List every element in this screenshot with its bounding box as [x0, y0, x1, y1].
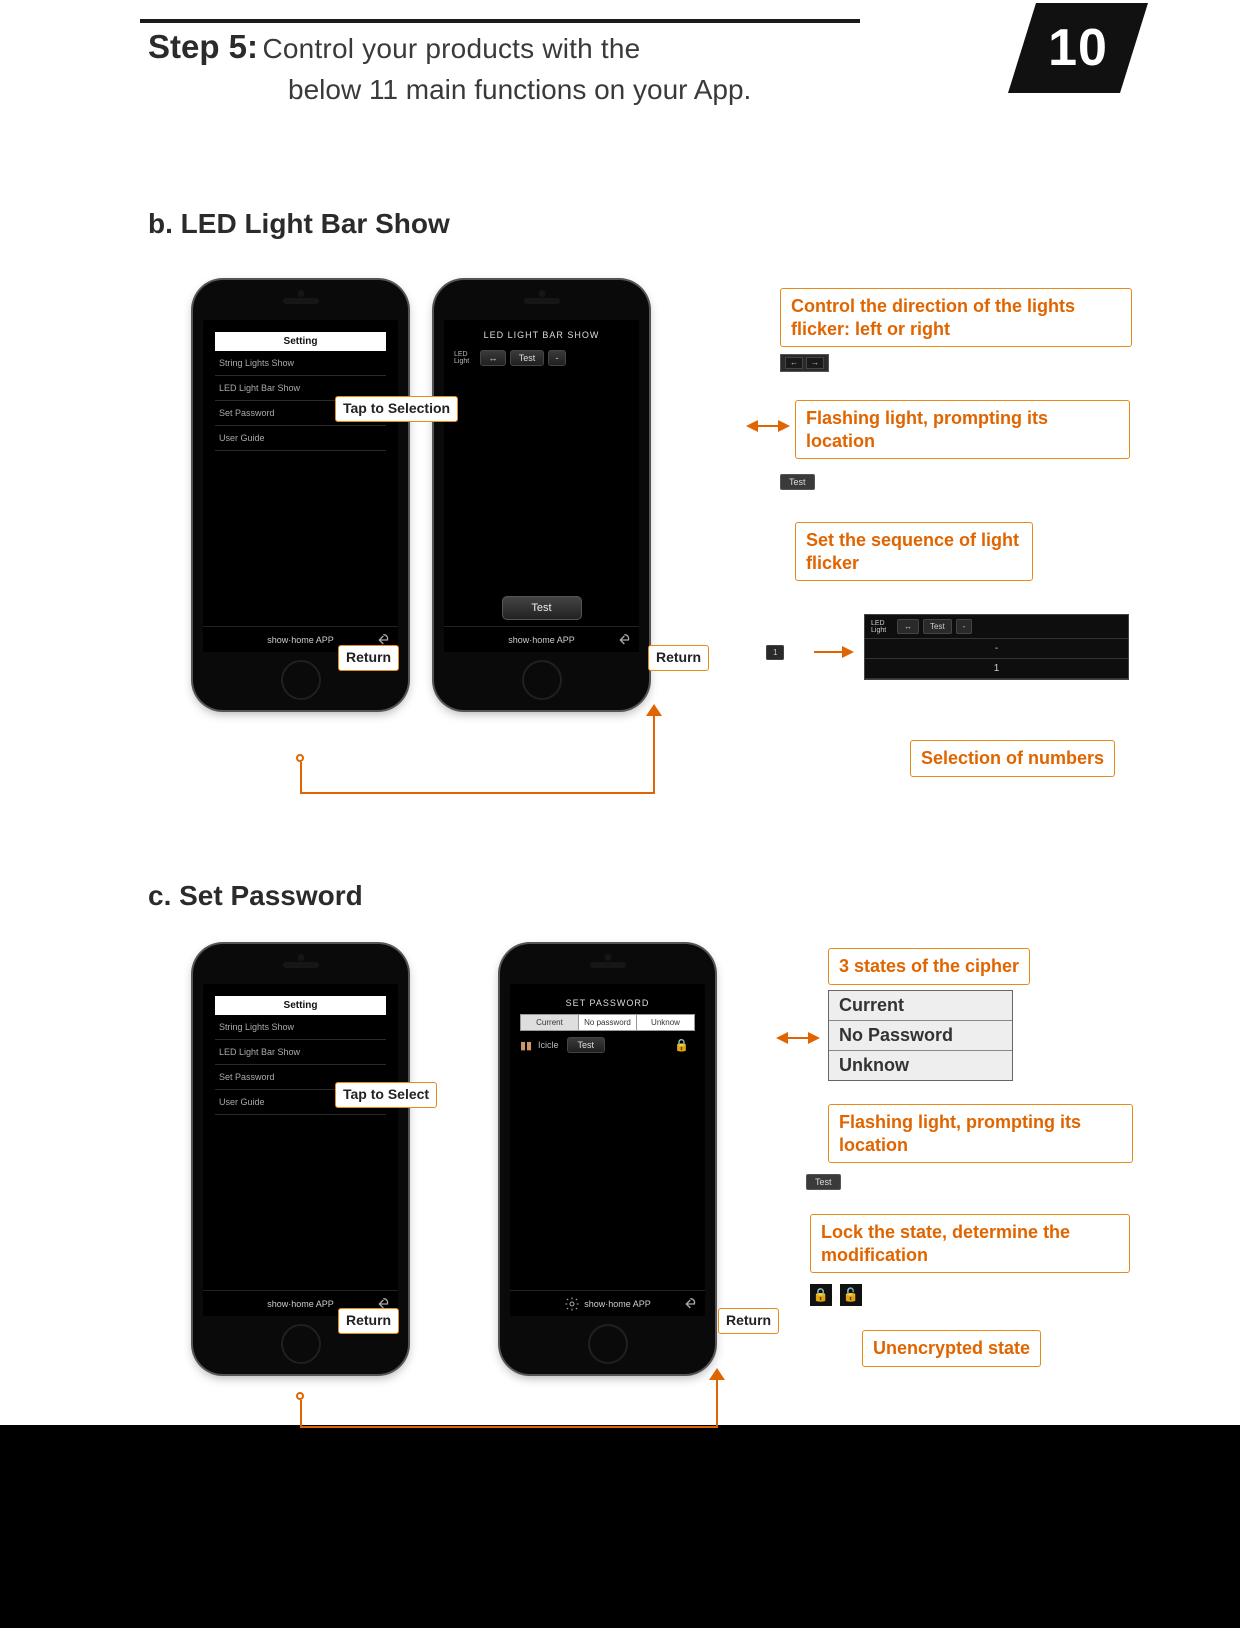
row-chip: 1	[766, 642, 784, 660]
seg-current[interactable]: Current	[521, 1015, 579, 1030]
callout-return-c2: Return	[718, 1308, 779, 1334]
state-current: Current	[829, 991, 1012, 1021]
double-arrow-icon	[776, 1030, 820, 1051]
direction-button[interactable]: ↔	[480, 350, 506, 366]
test-button-small[interactable]: Test	[510, 350, 544, 366]
test-mini-icon: Test	[780, 472, 815, 490]
manual-page: 10 Step 5: Control your products with th…	[0, 0, 1240, 1425]
callout-tap-to-select: Tap to Select	[335, 1082, 437, 1108]
lock-icon[interactable]: 🔒	[674, 1038, 689, 1052]
number-option[interactable]: 1	[865, 659, 1128, 679]
callout-states: 3 states of the cipher	[828, 948, 1030, 985]
step-text-line2: below 11 main functions on your App.	[288, 74, 908, 106]
menu-item-string-lights[interactable]: String Lights Show	[215, 1015, 386, 1040]
screen-footer: show·home APP	[444, 626, 639, 652]
lock-icons: 🔒 🔓	[810, 1284, 862, 1306]
setting-header[interactable]: Setting	[215, 996, 386, 1015]
return-icon[interactable]	[681, 1296, 697, 1312]
minus-button[interactable]: -	[548, 350, 566, 366]
phone-c1-screen: Setting String Lights Show LED Light Bar…	[203, 984, 398, 1316]
phone-b2-screen: LED LIGHT BAR SHOW LED Light ↔ Test - Te…	[444, 320, 639, 652]
phone-c2: SET PASSWORD Current No password Unknow …	[500, 944, 715, 1374]
callout-return-b1: Return	[338, 645, 399, 671]
callout-numbers: Selection of numbers	[910, 740, 1115, 777]
callout-tap-to-selection: Tap to Selection	[335, 396, 458, 422]
lock-closed-icon: 🔒	[810, 1284, 832, 1306]
test-button[interactable]: Test	[567, 1037, 606, 1053]
header-rule	[140, 19, 860, 23]
screen-title: SET PASSWORD	[510, 984, 705, 1008]
connector-c	[300, 1374, 720, 1444]
step-text-line1: Control your products with the	[262, 33, 640, 64]
home-button-icon	[281, 1324, 321, 1364]
callout-flashing-c: Flashing light, prompting its location	[828, 1104, 1133, 1163]
test-button-large[interactable]: Test	[502, 596, 582, 620]
setting-header[interactable]: Setting	[215, 332, 386, 351]
cipher-states-table: Current No Password Unknow	[828, 990, 1013, 1081]
section-c-title: c. Set Password	[148, 880, 363, 912]
menu-item-led-light-bar[interactable]: LED Light Bar Show	[215, 1040, 386, 1065]
phone-b1-screen: Setting String Lights Show LED Light Bar…	[203, 320, 398, 652]
direction-chip[interactable]: ↔	[897, 619, 919, 634]
phone-b2: LED LIGHT BAR SHOW LED Light ↔ Test - Te…	[434, 280, 649, 710]
screen-footer: show·home APP	[510, 1290, 705, 1316]
callout-unencrypted: Unencrypted state	[862, 1330, 1041, 1367]
state-no-password: No Password	[829, 1021, 1012, 1051]
home-button-icon	[522, 660, 562, 700]
cipher-segmented-control[interactable]: Current No password Unknow	[520, 1014, 695, 1031]
test-chip[interactable]: Test	[923, 619, 952, 634]
home-button-icon	[281, 660, 321, 700]
seg-no-password[interactable]: No password	[579, 1015, 637, 1030]
phone-c2-screen: SET PASSWORD Current No password Unknow …	[510, 984, 705, 1316]
section-b-title: b. LED Light Bar Show	[148, 208, 450, 240]
led-row: LED Light ↔ Test -	[454, 350, 629, 366]
menu-item-string-lights[interactable]: String Lights Show	[215, 351, 386, 376]
connector-b	[300, 710, 658, 800]
screen-title: LED LIGHT BAR SHOW	[444, 320, 639, 344]
password-row: ▮▮ Icicle Test 🔒	[520, 1037, 695, 1053]
step-heading: Step 5: Control your products with the b…	[148, 28, 908, 106]
signal-icon: ▮▮	[520, 1039, 530, 1052]
callout-flashing-b: Flashing light, prompting its location	[795, 400, 1130, 459]
page-number: 10	[1048, 18, 1108, 78]
menu-item-user-guide[interactable]: User Guide	[215, 426, 386, 451]
minus-chip[interactable]: -	[956, 619, 973, 634]
number-option[interactable]: -	[865, 639, 1128, 659]
callout-lock: Lock the state, determine the modificati…	[810, 1214, 1130, 1273]
state-unknow: Unknow	[829, 1051, 1012, 1080]
row-name: Icicle	[538, 1040, 559, 1050]
led-label: LED Light	[454, 351, 476, 365]
double-arrow-icon	[746, 418, 790, 439]
return-icon[interactable]	[615, 632, 631, 648]
arrow-right-icon	[810, 644, 854, 665]
callout-return-b2: Return	[648, 645, 709, 671]
direction-mini-icon: ← →	[780, 352, 829, 372]
test-mini-icon: Test	[806, 1172, 841, 1190]
numbers-panel: LED Light ↔ Test - - 1	[864, 614, 1129, 680]
page-number-badge: 10	[1008, 3, 1148, 93]
step-label: Step 5:	[148, 28, 258, 65]
callout-return-c1: Return	[338, 1308, 399, 1334]
seg-unknow[interactable]: Unknow	[637, 1015, 694, 1030]
callout-sequence: Set the sequence of light flicker	[795, 522, 1033, 581]
gear-icon	[564, 1296, 580, 1312]
lock-open-icon: 🔓	[840, 1284, 862, 1306]
callout-direction: Control the direction of the lights flic…	[780, 288, 1132, 347]
home-button-icon	[588, 1324, 628, 1364]
